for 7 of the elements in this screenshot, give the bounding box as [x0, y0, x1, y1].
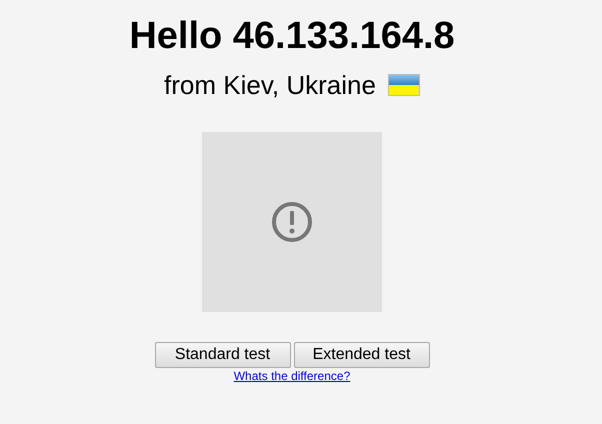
- location-text: from Kiev, Ukraine: [164, 70, 376, 100]
- greeting-heading: Hello 46.133.164.8: [129, 14, 455, 58]
- flag-icon: [388, 74, 420, 96]
- test-button[interactable]: Standard test: [154, 342, 290, 368]
- test-button[interactable]: Extended test: [294, 342, 430, 368]
- error-icon: [271, 201, 313, 243]
- difference-link[interactable]: Whats the difference?: [234, 369, 350, 383]
